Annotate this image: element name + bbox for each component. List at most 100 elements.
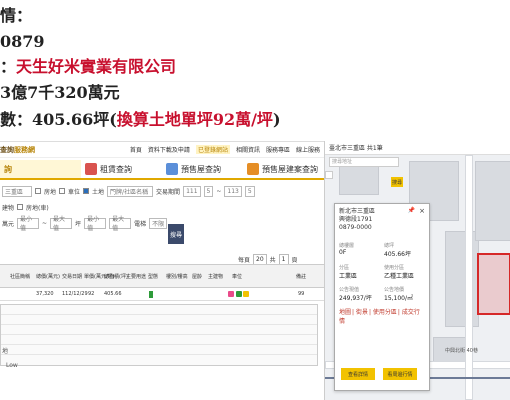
panel-line [1, 345, 317, 355]
table-row[interactable]: 37,320 112/12/29 92 405.66 99 [0, 288, 324, 301]
top-link-home[interactable]: 首頁 [130, 145, 142, 154]
page-of-label: 共 [269, 257, 276, 264]
map-title: 臺北市三重區 共1筆 [329, 145, 383, 152]
tab-presale-label: 預售屋查詢 [181, 164, 221, 174]
floors-value: 0F [339, 249, 347, 256]
popup-links: 地圖| 街景| 使用分區| 成交行情 [339, 309, 420, 325]
end-year-select[interactable]: 113 [224, 185, 242, 197]
col-date[interactable]: 交易日期 [62, 273, 82, 280]
map-title-bar: 臺北市三重區 共1筆 [325, 141, 510, 155]
district-select[interactable]: 三重區 [2, 185, 32, 197]
end-month-select[interactable]: 5 [244, 185, 255, 197]
opt-parking-label: 車位 [68, 188, 81, 196]
filter-panel: 三重區 房地 車位 土地 門牌/社區名稱 交易期間 111 5 ~ 113 5 … [0, 180, 324, 236]
col-area[interactable]: 總面積(坪) [104, 273, 128, 280]
map-zoom-control[interactable] [325, 171, 333, 179]
area-max-input[interactable]: 最大值 [109, 216, 132, 232]
row-total-price: 37,320 [36, 291, 54, 297]
top-link-online[interactable]: 線上服務 [296, 145, 320, 154]
rent-icon [85, 163, 97, 175]
opt-house-checkbox[interactable] [35, 188, 41, 194]
price-min-input[interactable]: 最小值 [17, 216, 40, 232]
top-link-service[interactable]: 服務專區 [266, 145, 290, 154]
land-tag-icon [149, 291, 153, 298]
zone-label: 分區 [339, 265, 350, 271]
top-link-download[interactable]: 資料下載及申請 [148, 145, 190, 154]
page-size-label: 每頁 [238, 257, 251, 264]
col-parking[interactable]: 車位 [232, 273, 242, 280]
map-search-input[interactable]: 搜尋地址 [329, 157, 399, 167]
start-year-select[interactable]: 111 [183, 185, 201, 197]
nearby-prices-button[interactable]: 看周邊行情 [383, 368, 417, 380]
date-label: 交易期間 [156, 188, 181, 196]
announced-value: 249,937/坪 [339, 295, 372, 302]
col-type[interactable]: 型態 [148, 273, 158, 280]
elevator-select[interactable]: 不限 [149, 217, 168, 229]
panel-line [1, 335, 317, 345]
opt-mixed-checkbox[interactable] [17, 204, 24, 210]
close-icon[interactable]: × [419, 207, 425, 215]
row-actions [228, 291, 250, 299]
pin-icon[interactable]: 📌 [408, 207, 415, 214]
map-search-button[interactable]: 搜尋 [391, 177, 403, 187]
announced-price: 15,100/㎡ [384, 295, 414, 302]
row-unit-price: 92 [88, 291, 95, 297]
area-label: 總坪 [384, 243, 395, 249]
logo-text-a: 查詢 [0, 145, 14, 154]
panel-line [1, 305, 317, 315]
site-logo[interactable]: 查詢服務網 [0, 145, 35, 155]
parcel-popup: 📌 × 新北市三重區 興德段1791 0879-0000 總樓層 0F 總坪 405… [334, 203, 430, 391]
land-parcel-highlight[interactable] [477, 253, 510, 315]
popup-title-2: 興德段1791 [339, 216, 373, 223]
col-total-price[interactable]: 總價(萬元) [36, 273, 60, 280]
start-month-select[interactable]: 5 [203, 185, 214, 197]
row-note: 99 [298, 291, 305, 297]
caption-line-2: 0879 [0, 32, 45, 51]
tab-rent-query[interactable]: 租賃查詢 [81, 160, 162, 178]
col-age[interactable]: 屋齡 [192, 273, 202, 280]
map-screenshot: 中興北街 40巷 臺北市三重區 共1筆 搜尋地址 搜尋 📌 × 新北市三重區 興… [324, 141, 510, 400]
side-mark-b: Low [6, 362, 18, 369]
col-main-building[interactable]: 主建物 [208, 273, 223, 280]
popup-title-3: 0879-0000 [339, 224, 372, 231]
caption-area-close: ) [272, 110, 281, 129]
star-icon[interactable] [243, 291, 250, 297]
detail-icon[interactable] [228, 291, 234, 297]
page-label: 頁 [291, 257, 298, 264]
caption-line-1: 情： [0, 6, 33, 25]
announced-price-label: 公告地價 [384, 287, 405, 293]
opt-land-checkbox[interactable] [83, 188, 90, 194]
results-table-header: 社區簡稱 總價(萬元) 交易日期 單價(萬元/坪) 總面積(坪) 主要用途 型態… [0, 264, 324, 288]
side-mark-a: 地 [2, 348, 9, 355]
link-map[interactable]: 地圖 [339, 309, 351, 316]
row-area: 405.66 [104, 291, 122, 297]
search-button[interactable]: 搜尋 [168, 224, 184, 244]
col-use[interactable]: 主要用途 [126, 273, 146, 280]
link-zoning[interactable]: 使用分區 [373, 309, 397, 316]
tab-sale-query[interactable]: 詢 [0, 160, 81, 178]
area-min-input[interactable]: 最小值 [84, 216, 107, 232]
caption-line-4: 3億7千320萬元 [0, 83, 120, 102]
tab-presale-query[interactable]: 預售屋查詢 [162, 160, 243, 178]
col-note[interactable]: 備註 [296, 273, 306, 280]
col-community[interactable]: 社區簡稱 [10, 273, 30, 280]
address-input[interactable]: 門牌/社區名稱 [107, 185, 154, 197]
elevator-label: 電梯 [134, 220, 147, 228]
link-streetview[interactable]: 街景 [356, 309, 368, 316]
left-screenshot: 查詢服務網 首頁 資料下載及申請 已登錄網站 相關資訊 服務專區 線上服務 詢 … [0, 141, 324, 400]
price-max-input[interactable]: 最大值 [50, 216, 73, 232]
price-unit: 萬元 [2, 220, 15, 228]
view-details-button[interactable]: 查看詳情 [341, 368, 375, 380]
road [465, 155, 473, 400]
col-floor[interactable]: 樓別/樓高 [166, 273, 188, 280]
caption-buyer: 天生好米實業有限公司 [16, 57, 177, 76]
popup-details: 總樓層 0F 總坪 405.66坪 分區 工業區 使用分區 乙種工業區 公告現值 249,… [339, 242, 425, 302]
floors-label: 總樓層 [339, 243, 355, 249]
opt-parking-checkbox[interactable] [59, 188, 66, 194]
caption-unit-price: 換算土地單坪92萬/坪 [116, 110, 273, 129]
top-link-info[interactable]: 相關資訊 [236, 145, 260, 154]
opt-mixed-label: 房地(車) [26, 204, 49, 212]
top-link-registered[interactable]: 已登錄網站 [195, 145, 230, 154]
tab-presale-project-query[interactable]: 預售屋建案查詢 [243, 160, 324, 178]
map-icon[interactable] [235, 291, 242, 297]
